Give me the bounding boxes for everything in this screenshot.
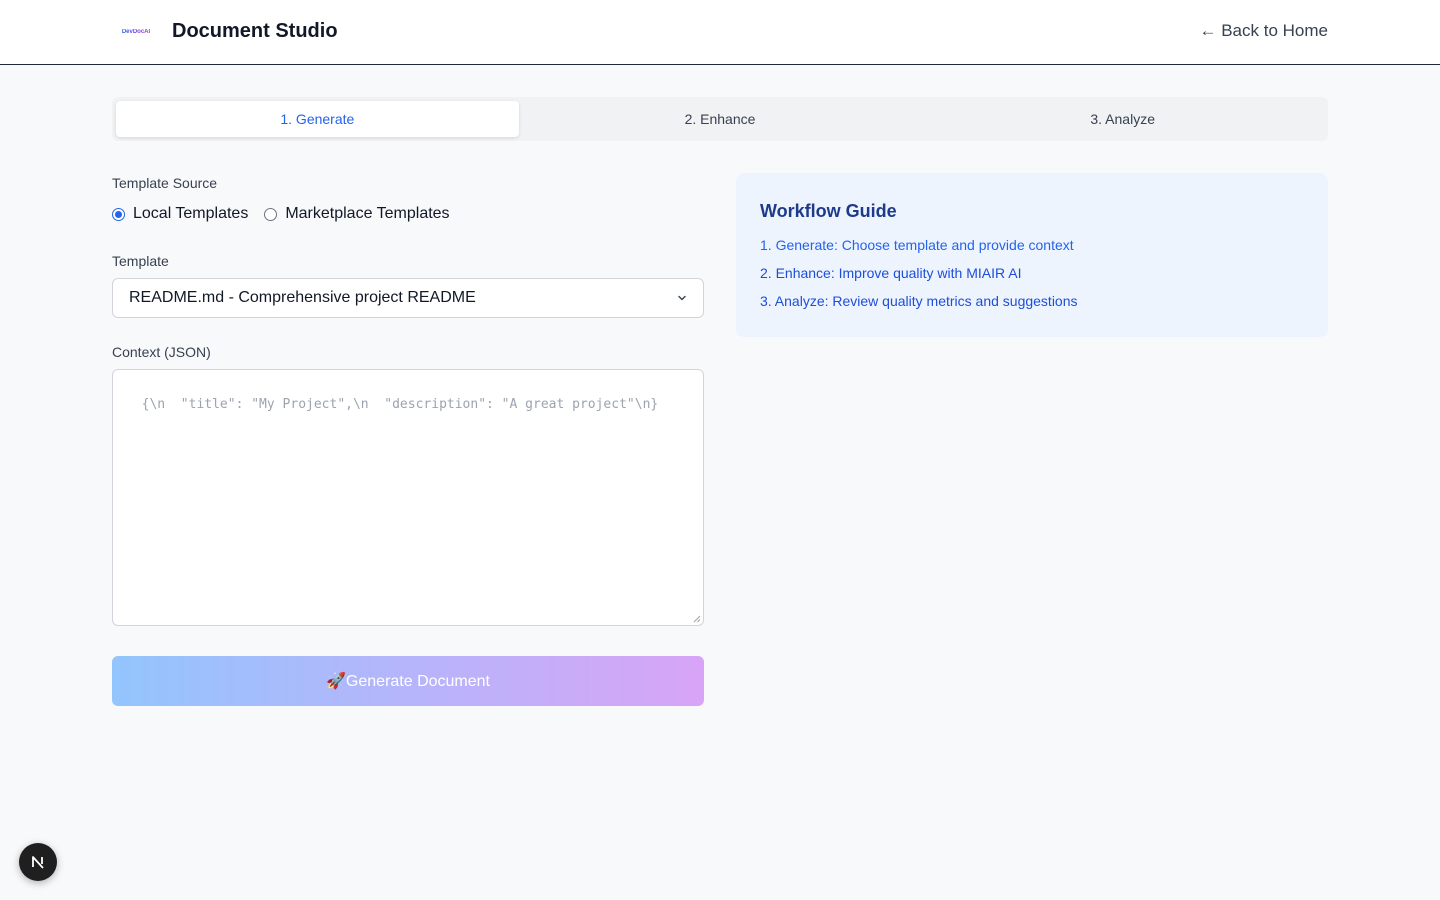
chevron-down-icon [678, 295, 686, 301]
guide-item-enhance: 2. Enhance: Improve quality with MIAIR A… [760, 265, 1022, 281]
template-source-label: Template Source [112, 175, 218, 191]
radio-option-local[interactable]: Local Templates [112, 205, 248, 223]
tab-analyze[interactable]: 3. Analyze [921, 101, 1324, 137]
workflow-tabs: 1. Generate 2. Enhance 3. Analyze [112, 97, 1328, 141]
marketplace-templates-radio[interactable] [264, 207, 278, 221]
workflow-guide-panel: Workflow Guide 1. Generate: Choose templ… [736, 173, 1328, 337]
guide-title: Workflow Guide [760, 201, 897, 221]
local-templates-radio[interactable] [112, 207, 125, 221]
generate-document-button[interactable]: 🚀Generate Document [112, 656, 704, 706]
tab-enhance[interactable]: 2. Enhance [519, 101, 922, 137]
nextjs-dev-badge[interactable] [19, 843, 57, 881]
template-label: Template [112, 253, 169, 269]
n-logo-icon [32, 856, 44, 869]
guide-item-generate: 1. Generate: Choose template and provide… [760, 237, 1074, 253]
guide-item-analyze: 3. Analyze: Review quality metrics and s… [760, 293, 1078, 309]
radio-option-marketplace[interactable]: Marketplace Templates [264, 205, 450, 223]
logo-text: DevDocAI [121, 29, 151, 35]
page-title: Document Studio [172, 20, 338, 42]
resize-handle-icon[interactable] [693, 615, 701, 623]
tab-generate[interactable]: 1. Generate [116, 101, 519, 137]
context-placeholder: {\n "title": "My Project",\n "descriptio… [141, 397, 659, 412]
template-source-radio-group: Local Templates Marketplace Templates [112, 204, 466, 224]
local-templates-label[interactable]: Local Templates [133, 205, 248, 223]
app-logo[interactable]: DevDocAI [112, 18, 160, 46]
app-header: DevDocAI Document Studio ← Back to Home [0, 0, 1440, 65]
template-select-value: README.md - Comprehensive project README [129, 289, 476, 306]
template-select[interactable]: README.md - Comprehensive project README [112, 278, 704, 318]
marketplace-templates-label[interactable]: Marketplace Templates [285, 205, 449, 223]
context-label: Context (JSON) [112, 344, 211, 360]
context-json-textarea[interactable]: {\n "title": "My Project",\n "descriptio… [112, 369, 704, 626]
back-to-home-link[interactable]: ← Back to Home [1200, 21, 1329, 41]
